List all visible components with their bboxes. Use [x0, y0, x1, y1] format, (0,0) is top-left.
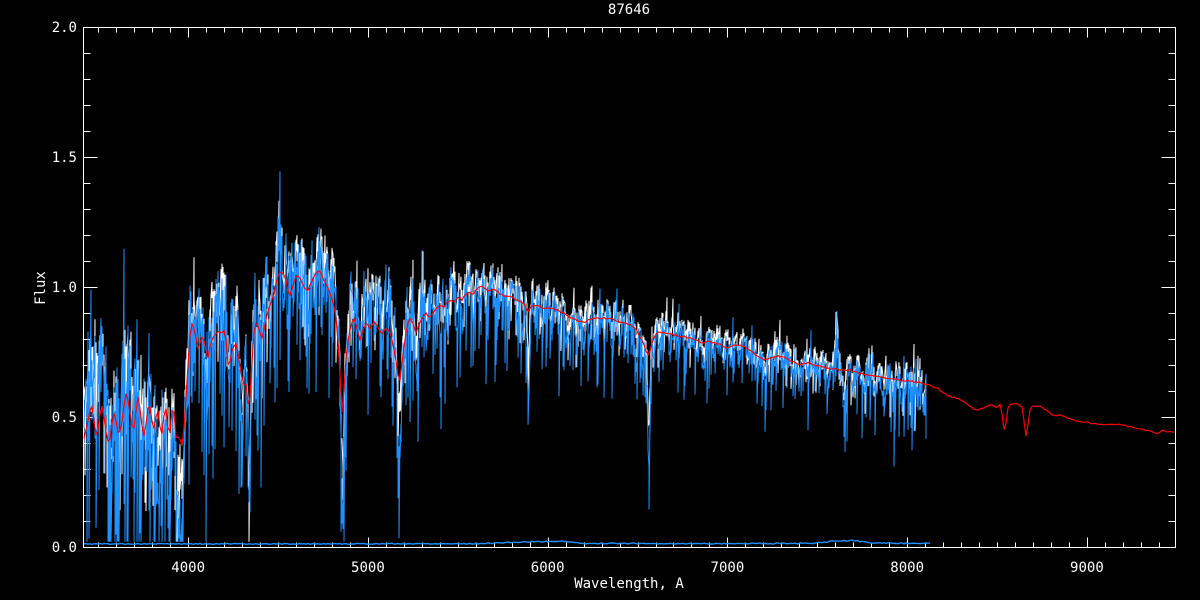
y-tick-label: 2.0 — [52, 20, 77, 36]
x-tick-label: 5000 — [351, 560, 385, 576]
plot-title: 87646 — [83, 2, 1175, 18]
y-tick-label: 1.5 — [52, 150, 77, 166]
y-tick-label: 0.5 — [52, 410, 77, 426]
x-tick-label: 8000 — [890, 560, 924, 576]
x-tick-label: 9000 — [1070, 560, 1104, 576]
axes — [84, 28, 1176, 548]
y-tick-label: 1.0 — [52, 280, 77, 296]
overlay-spectrum-blue — [84, 171, 926, 541]
x-axis-label: Wavelength, A — [83, 576, 1175, 592]
y-axis-label: Flux — [33, 238, 49, 338]
x-tick-label: 7000 — [711, 560, 745, 576]
x-tick-label: 6000 — [531, 560, 565, 576]
spectrum-plot-window: 4000500060007000800090000.00.51.01.52.0 … — [0, 0, 1200, 600]
y-tick-label: 0.0 — [52, 540, 77, 556]
x-tick-label: 4000 — [171, 560, 205, 576]
spectrum-chart: 4000 5000 6000 7000 8000 9000 0.0 0.5 1.0 1.5 2.0 — [0, 0, 1200, 600]
tick-labels: 4000 5000 6000 7000 8000 9000 0.0 0.5 1.0 1.5 2.0 — [52, 20, 1104, 576]
error-spectrum-blue — [84, 540, 930, 544]
axis-ticks — [84, 28, 1176, 548]
